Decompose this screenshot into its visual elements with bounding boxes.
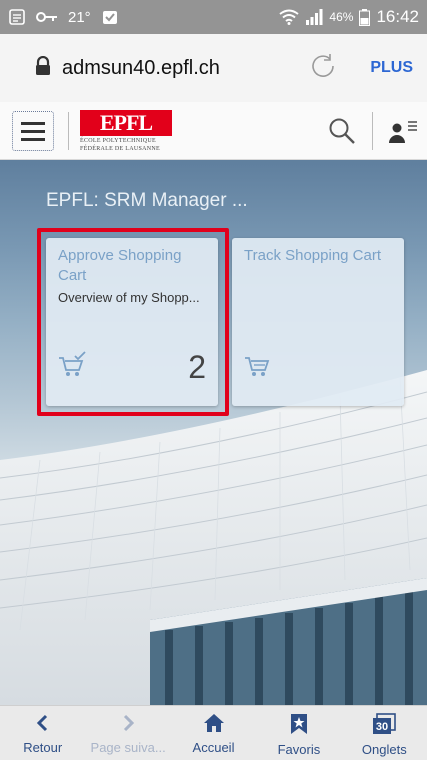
wifi-icon: [279, 9, 300, 25]
forward-icon: [118, 713, 138, 736]
lock-icon: [34, 55, 52, 81]
temperature-text: 21°: [68, 8, 91, 26]
status-bar: 21° 46% 16:42: [0, 0, 427, 34]
more-button[interactable]: PLUS: [370, 59, 413, 77]
search-icon[interactable]: [328, 117, 356, 150]
clipboard-check-icon: [101, 8, 119, 26]
signal-icon: [305, 9, 323, 25]
page-title: EPFL: SRM Manager ...: [46, 190, 248, 211]
launchpad: EPFL: SRM Manager ... Approve Shopping C…: [0, 160, 427, 705]
tabs-button[interactable]: 30 Onglets: [342, 706, 427, 760]
nav-label: Onglets: [361, 742, 407, 757]
notes-icon: [8, 8, 26, 26]
tabs-icon: 30: [372, 713, 397, 738]
tile-title: Approve Shopping Cart: [58, 247, 182, 284]
back-button[interactable]: Retour: [0, 706, 85, 760]
bookmarks-button[interactable]: Favoris: [256, 706, 341, 760]
tile-approve-shopping-cart[interactable]: Approve Shopping Cart Overview of my Sho…: [46, 238, 218, 406]
browser-bottom-nav: Retour Page suiva... Accueil Favoris 30 …: [0, 705, 427, 760]
nav-label: Accueil: [192, 740, 235, 755]
nav-label: Retour: [23, 740, 63, 755]
bookmark-icon: [290, 713, 308, 738]
menu-button[interactable]: [12, 111, 54, 151]
logo-line-2: FÉDÉRALE DE LAUSANNE: [80, 146, 160, 152]
epfl-logo[interactable]: EPFL ÉCOLE POLYTECHNIQUE FÉDÉRALE DE LAU…: [80, 110, 172, 154]
hamburger-icon-bar: [21, 129, 45, 133]
browser-url-bar: admsun40.epfl.ch PLUS: [0, 34, 427, 102]
clock-text: 16:42: [376, 7, 419, 26]
hamburger-icon-bar: [21, 121, 45, 125]
reload-icon[interactable]: [310, 53, 336, 84]
tile-title: Track Shopping Cart: [244, 247, 382, 264]
nav-label: Page suiva...: [90, 740, 166, 755]
url-text[interactable]: admsun40.epfl.ch: [62, 57, 220, 80]
home-icon: [203, 713, 225, 736]
header-divider: [68, 112, 69, 150]
forward-button[interactable]: Page suiva...: [85, 706, 170, 760]
home-button[interactable]: Accueil: [171, 706, 256, 760]
hamburger-icon-bar: [21, 137, 45, 141]
tabs-count: 30: [376, 721, 388, 733]
tile-subtitle: Overview of my Shopp...: [58, 290, 200, 305]
back-icon: [33, 713, 53, 736]
logo-line-1: ÉCOLE POLYTECHNIQUE: [80, 138, 156, 144]
battery-icon: [359, 8, 371, 26]
tile-count: 2: [188, 349, 206, 385]
logo-mark: EPFL: [80, 110, 172, 136]
key-icon: [36, 10, 58, 24]
app-header: EPFL ÉCOLE POLYTECHNIQUE FÉDÉRALE DE LAU…: [0, 102, 427, 160]
tile-track-shopping-cart[interactable]: Track Shopping Cart: [232, 238, 404, 406]
battery-text: 46%: [329, 10, 354, 24]
user-menu-icon[interactable]: [388, 116, 418, 151]
cart-check-icon: [58, 351, 88, 382]
nav-label: Favoris: [277, 742, 321, 757]
header-divider: [372, 112, 373, 150]
cart-icon: [244, 351, 274, 382]
